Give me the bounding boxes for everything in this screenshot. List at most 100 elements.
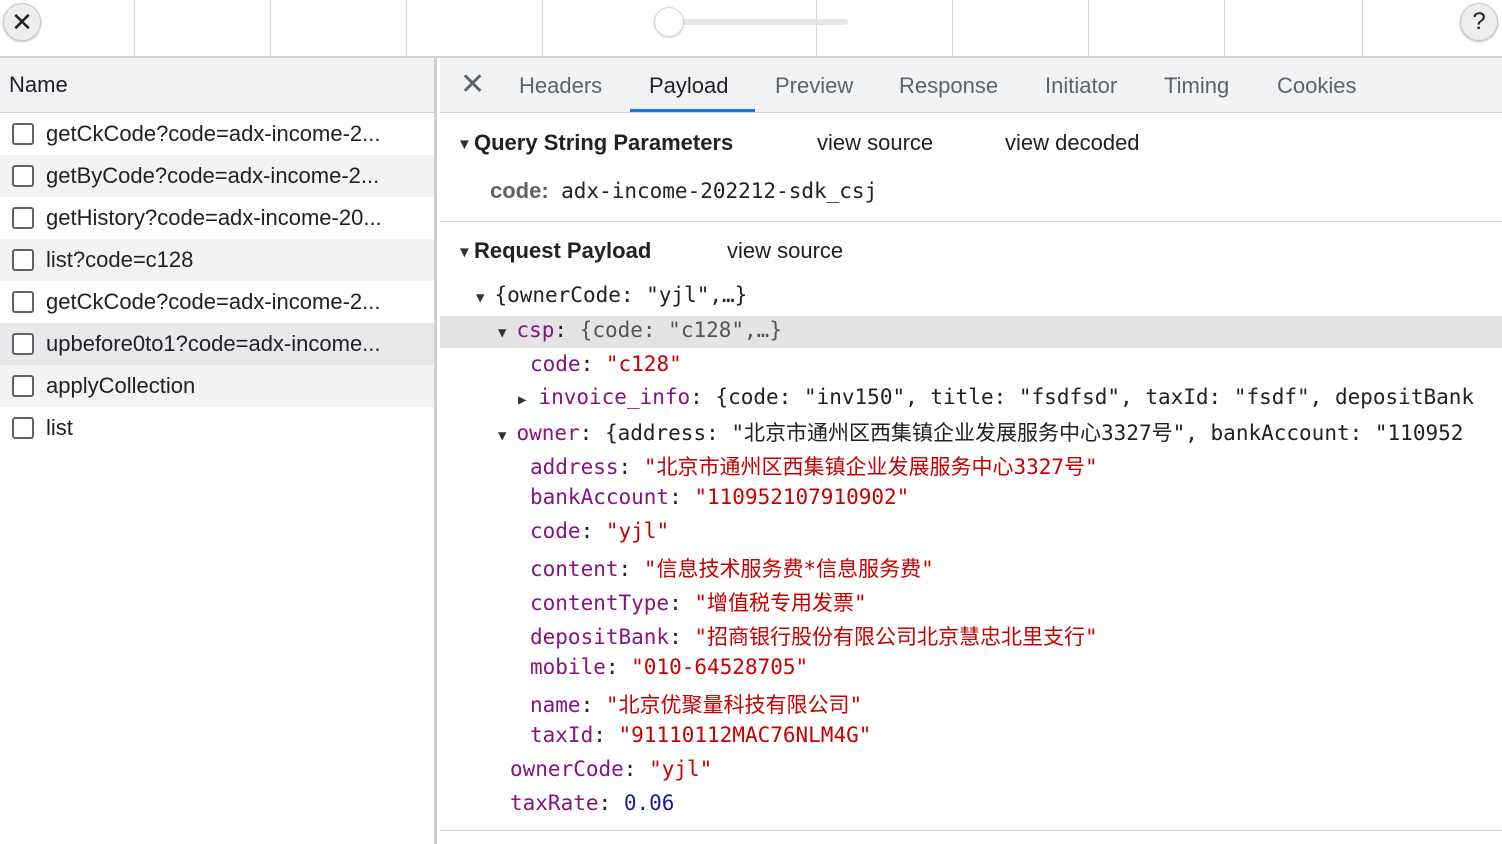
request-checkbox[interactable]	[12, 291, 34, 313]
request-row[interactable]: applyCollection	[0, 365, 434, 407]
request-list-panel: Name getCkCode?code=adx-income-2... getB…	[0, 58, 437, 844]
request-name: getHistory?code=adx-income-20...	[46, 205, 382, 230]
json-number-value: 0.06	[623, 791, 675, 815]
close-button[interactable]: ✕	[3, 3, 41, 41]
request-row[interactable]: list	[0, 407, 434, 449]
owner-field-row: bankAccount: "110952107910902"	[530, 485, 910, 509]
top-toolbar: ✕ ?	[0, 0, 1502, 58]
query-param-value: adx-income-202212-sdk_csj	[561, 179, 878, 203]
query-view-source-link[interactable]: view source	[817, 130, 933, 156]
json-key: mobile	[530, 655, 606, 679]
owner-field-row: name: "北京优聚量科技有限公司"	[530, 693, 863, 717]
toolbar-divider	[406, 0, 407, 56]
json-key: name	[530, 693, 581, 717]
json-key: owner	[516, 421, 580, 445]
request-row[interactable]: getHistory?code=adx-income-20...	[0, 197, 434, 239]
expand-triangle-icon[interactable]: ▼	[498, 428, 506, 444]
request-checkbox[interactable]	[12, 165, 34, 187]
toolbar-divider	[1362, 0, 1363, 56]
request-row-selected[interactable]: upbefore0to1?code=adx-income...	[0, 323, 434, 365]
tab-timing[interactable]: Timing	[1164, 58, 1229, 113]
csp-row[interactable]: ▼ csp: {code: "c128",…}	[498, 318, 782, 342]
tab-cookies[interactable]: Cookies	[1277, 58, 1356, 113]
payload-view-source-link[interactable]: view source	[727, 238, 843, 264]
owner-field-row: depositBank: "招商银行股份有限公司北京慧忠北里支行"	[530, 625, 1098, 649]
owner-field-row: code: "yjl"	[530, 519, 670, 543]
owner-field-row: address: "北京市通州区西集镇企业发展服务中心3327号"	[530, 455, 1098, 479]
active-tab-indicator	[630, 109, 755, 112]
owner-field-row: mobile: "010-64528705"	[530, 655, 809, 679]
request-row[interactable]: list?code=c128	[0, 239, 434, 281]
csp-key: csp	[516, 318, 555, 342]
section-divider	[440, 830, 1502, 831]
query-params-title[interactable]: Query String Parameters	[474, 130, 733, 156]
query-view-decoded-link[interactable]: view decoded	[1005, 130, 1140, 156]
json-string-value: "yjl"	[649, 757, 713, 781]
request-row[interactable]: getByCode?code=adx-income-2...	[0, 155, 434, 197]
json-string-value: "110952107910902"	[694, 485, 910, 509]
tab-response[interactable]: Response	[899, 58, 998, 113]
request-checkbox[interactable]	[12, 207, 34, 229]
invoice-summary: {code: "inv150", title: "fsdfsd", taxId:…	[715, 385, 1475, 409]
request-payload-title[interactable]: Request Payload	[474, 238, 651, 264]
request-row[interactable]: getCkCode?code=adx-income-2...	[0, 281, 434, 323]
toolbar-divider	[952, 0, 953, 56]
json-string-value: "北京优聚量科技有限公司"	[605, 693, 863, 717]
toolbar-divider	[270, 0, 271, 56]
invoice-info-row[interactable]: ▶ invoice_info: {code: "inv150", title: "…	[518, 385, 1474, 409]
owner-code-row: ownerCode: "yjl"	[510, 757, 713, 781]
expand-triangle-icon[interactable]: ▼	[476, 290, 484, 306]
zoom-slider-track[interactable]	[668, 19, 848, 25]
toolbar-divider	[1224, 0, 1225, 56]
toolbar-divider	[1088, 0, 1089, 56]
tab-headers[interactable]: Headers	[519, 58, 602, 113]
tab-payload[interactable]: Payload	[649, 58, 729, 113]
json-string-value: "91110112MAC76NLM4G"	[618, 723, 872, 747]
tab-preview[interactable]: Preview	[775, 58, 853, 113]
request-row[interactable]: getCkCode?code=adx-income-2...	[0, 113, 434, 155]
json-key: bankAccount	[530, 485, 670, 509]
json-string-value: "yjl"	[605, 519, 670, 543]
payload-root-row[interactable]: ▼ {ownerCode: "yjl",…}	[476, 283, 747, 307]
json-key: taxId	[530, 723, 594, 747]
name-column-header[interactable]: Name	[0, 58, 434, 113]
toolbar-divider	[816, 0, 817, 56]
toolbar-divider	[134, 0, 135, 56]
request-checkbox[interactable]	[12, 249, 34, 271]
zoom-slider-handle[interactable]	[654, 7, 684, 37]
json-key: depositBank	[530, 625, 670, 649]
collapse-triangle-icon[interactable]: ▼	[457, 244, 472, 261]
request-checkbox[interactable]	[12, 417, 34, 439]
json-key: invoice_info	[538, 385, 691, 409]
close-icon: ✕	[11, 6, 33, 37]
expand-triangle-icon[interactable]: ▶	[518, 392, 526, 408]
details-tab-bar: ✕ Headers Payload Preview Response Initi…	[440, 58, 1502, 113]
json-string-value: "北京市通州区西集镇企业发展服务中心3327号"	[643, 455, 1098, 479]
request-checkbox[interactable]	[12, 375, 34, 397]
owner-row[interactable]: ▼ owner: {address: "北京市通州区西集镇企业发展服务中心3327…	[498, 417, 1463, 447]
close-details-icon[interactable]: ✕	[460, 68, 485, 102]
request-name: upbefore0to1?code=adx-income...	[46, 331, 381, 356]
query-param-row: code: adx-income-202212-sdk_csj	[490, 178, 877, 204]
request-checkbox[interactable]	[12, 333, 34, 355]
help-button[interactable]: ?	[1460, 3, 1498, 41]
tab-initiator[interactable]: Initiator	[1045, 58, 1117, 113]
csp-summary: {code: "c128",…}	[579, 318, 782, 342]
help-icon: ?	[1472, 8, 1486, 35]
request-name: getCkCode?code=adx-income-2...	[46, 289, 381, 314]
expand-triangle-icon[interactable]: ▼	[498, 325, 506, 341]
json-string-value: "招商银行股份有限公司北京慧忠北里支行"	[694, 625, 1098, 649]
owner-field-row: content: "信息技术服务费*信息服务费"	[530, 557, 934, 581]
csp-code-row: code: "c128"	[530, 352, 682, 376]
toolbar-divider	[542, 0, 543, 56]
json-key: taxRate	[510, 791, 599, 815]
collapse-triangle-icon[interactable]: ▼	[457, 136, 472, 153]
request-name: list?code=c128	[46, 247, 194, 272]
owner-summary: {address: "北京市通州区西集镇企业发展服务中心3327号", bank…	[604, 421, 1464, 445]
json-string-value: "c128"	[605, 352, 682, 376]
json-key: address	[530, 455, 619, 479]
request-checkbox[interactable]	[12, 123, 34, 145]
section-divider	[440, 221, 1502, 222]
query-param-key: code:	[490, 178, 549, 203]
json-string-value: "010-64528705"	[631, 655, 809, 679]
